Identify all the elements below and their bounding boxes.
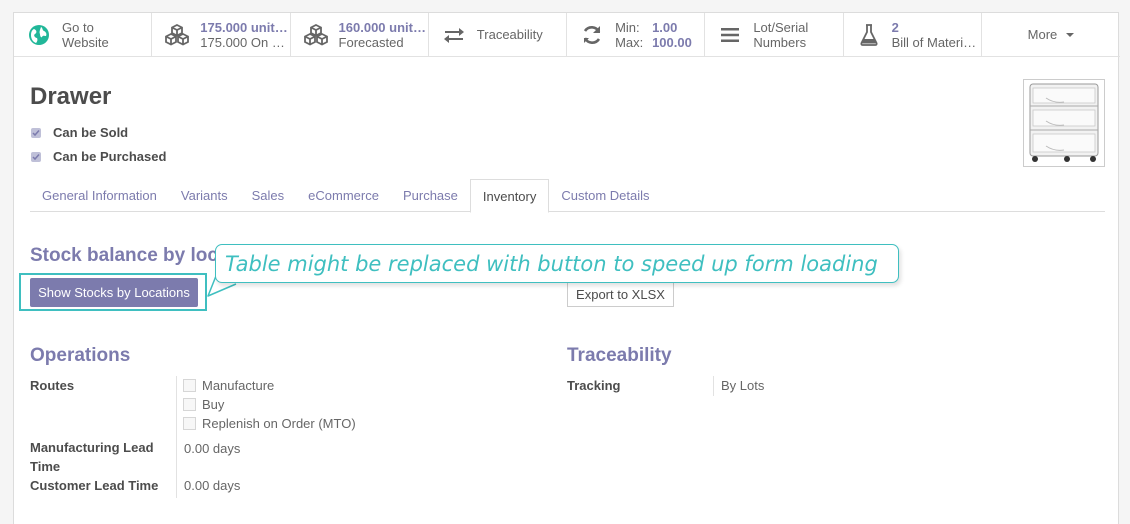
field-separator — [176, 438, 177, 476]
traceability-label: Traceability — [476, 27, 543, 42]
tab-purchase[interactable]: Purchase — [391, 179, 470, 212]
forecasted-button[interactable]: 160.000 unit… Forecasted — [291, 13, 429, 56]
route-label: Manufacture — [202, 378, 275, 393]
refresh-icon — [579, 22, 605, 48]
tab-inventory[interactable]: Inventory — [469, 179, 550, 213]
export-to-xlsx-button[interactable]: Export to XLSX — [567, 281, 674, 307]
tracking-label: Tracking — [567, 378, 621, 393]
customer-lead-time-label: Customer Lead Time — [30, 478, 159, 493]
lot-serial-numbers-button[interactable]: Lot/Serial Numbers — [705, 13, 844, 56]
manufacturing-lead-time-value[interactable]: 0.00 days — [184, 441, 240, 456]
list-icon — [717, 22, 743, 48]
flask-icon — [856, 22, 882, 48]
tab-sales[interactable]: Sales — [240, 179, 297, 212]
smart-button-line1: Go to — [62, 19, 94, 35]
smart-button-line2: Website — [62, 34, 109, 50]
go-to-website-button[interactable]: Go to Website — [14, 13, 153, 56]
on-hand-quantity: 175.000 unit… — [200, 19, 288, 35]
on-hand-button[interactable]: 175.000 unit… 175.000 On … — [152, 13, 291, 56]
cubes-icon — [303, 22, 329, 48]
tab-ecommerce[interactable]: eCommerce — [296, 179, 391, 212]
caret-down-icon — [1066, 32, 1075, 37]
lot-serial-line1: Lot/Serial — [753, 19, 809, 35]
customer-lead-time-value[interactable]: 0.00 days — [184, 478, 240, 493]
tab-variants[interactable]: Variants — [169, 179, 240, 212]
forecasted-quantity: 160.000 unit… — [338, 19, 426, 35]
route-manufacture[interactable]: Manufacture — [183, 378, 274, 393]
product-form-sheet: Go to Website 175.000 unit… 175.000 On …… — [13, 12, 1120, 524]
reordering-rules-button[interactable]: Min: 1.00 Max: 100.00 — [567, 13, 706, 56]
route-label: Replenish on Order (MTO) — [202, 416, 356, 431]
can-be-sold-checkbox[interactable] — [31, 127, 41, 138]
lot-serial-line2: Numbers — [753, 34, 807, 50]
notebook-tabs: General Information Variants Sales eComm… — [30, 179, 1105, 213]
route-label: Buy — [202, 397, 225, 412]
forecasted-label: Forecasted — [338, 34, 404, 50]
route-mto[interactable]: Replenish on Order (MTO) — [183, 416, 356, 431]
manufacturing-lead-time-label: Manufacturing Lead Time — [30, 438, 154, 476]
mfg-lead-label-line2: Time — [30, 459, 61, 474]
max-value: 100.00 — [652, 34, 692, 50]
more-label: More — [1027, 27, 1058, 42]
tab-general-information[interactable]: General Information — [30, 179, 169, 212]
can-be-sold-row: Can be Sold — [31, 125, 128, 140]
traceability-button[interactable]: Traceability — [429, 13, 568, 56]
annotation-callout: Table might be replaced with button to s… — [215, 244, 899, 283]
routes-label: Routes — [30, 378, 75, 393]
tracking-value[interactable]: By Lots — [721, 378, 764, 393]
more-dropdown-button[interactable]: More — [982, 13, 1120, 56]
globe-icon — [26, 22, 52, 48]
product-image[interactable] — [1023, 79, 1105, 167]
on-hand-label: 175.000 On … — [200, 34, 285, 50]
field-separator — [176, 476, 177, 498]
route-checkbox[interactable] — [183, 398, 196, 411]
can-be-purchased-row: Can be Purchased — [31, 149, 166, 164]
product-name: Drawer — [30, 83, 112, 110]
route-checkbox[interactable] — [183, 417, 196, 430]
show-stocks-by-locations-button[interactable]: Show Stocks by Locations — [30, 278, 198, 307]
field-separator — [176, 376, 177, 438]
can-be-purchased-label: Can be Purchased — [53, 149, 167, 164]
tab-custom-details[interactable]: Custom Details — [549, 179, 661, 212]
can-be-purchased-checkbox[interactable] — [31, 151, 41, 162]
route-checkbox[interactable] — [183, 379, 196, 392]
operations-title: Operations — [30, 345, 131, 366]
min-label: Min: — [615, 19, 640, 35]
bom-count: 2 — [891, 19, 899, 35]
exchange-icon — [441, 22, 467, 48]
bill-of-materials-button[interactable]: 2 Bill of Materi… — [844, 13, 982, 56]
mfg-lead-label-line1: Manufacturing Lead — [30, 440, 154, 455]
traceability-title: Traceability — [567, 345, 672, 366]
cubes-icon — [164, 22, 190, 48]
route-buy[interactable]: Buy — [183, 397, 224, 412]
can-be-sold-label: Can be Sold — [53, 125, 129, 140]
smart-button-bar: Go to Website 175.000 unit… 175.000 On …… — [14, 13, 1120, 57]
max-label: Max: — [615, 34, 644, 50]
min-value: 1.00 — [652, 19, 678, 35]
field-separator — [713, 376, 714, 396]
bom-label: Bill of Materi… — [891, 34, 977, 50]
